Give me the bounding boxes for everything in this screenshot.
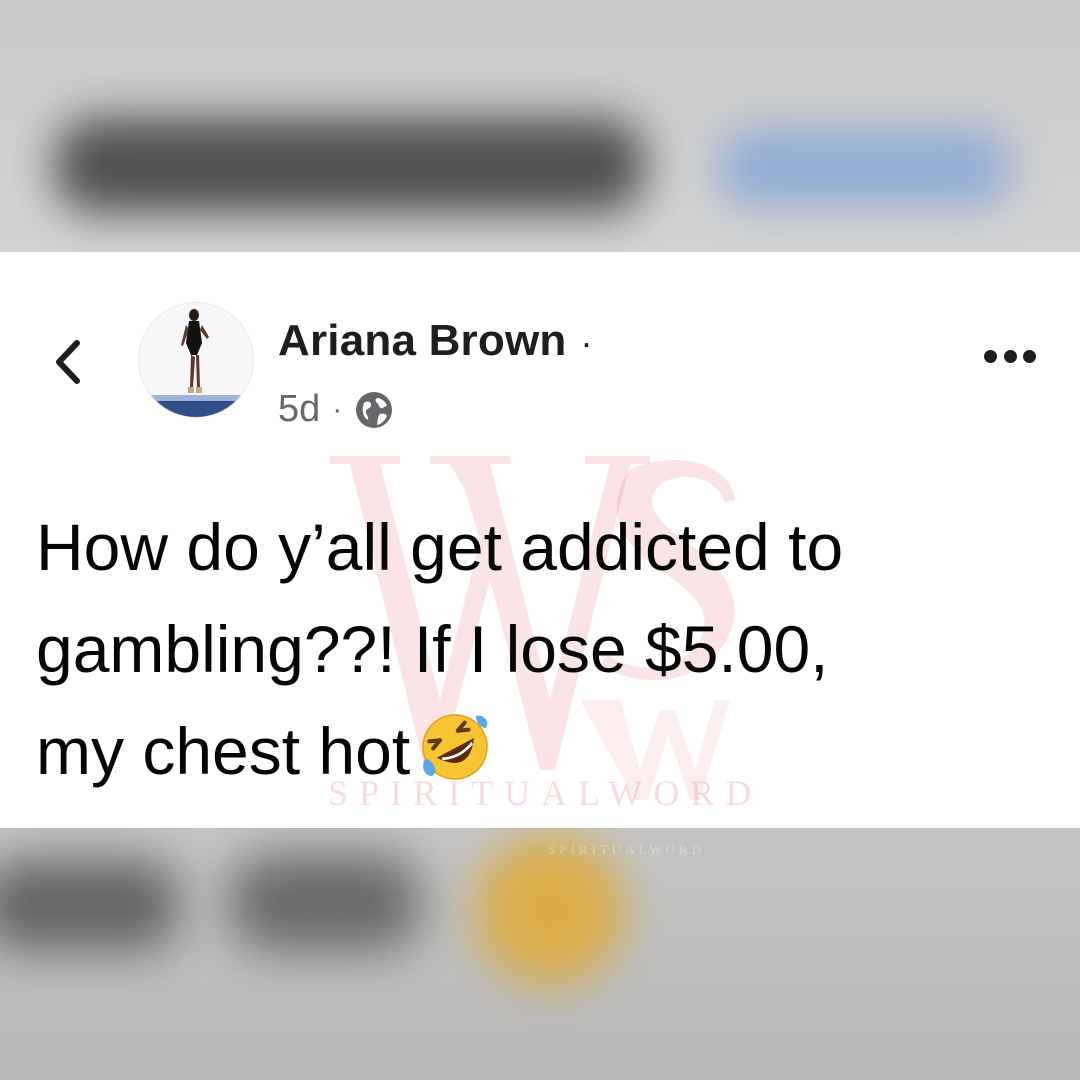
meta-separator: · xyxy=(332,392,343,426)
post-line-1: How do y’all get addicted to xyxy=(36,510,844,584)
author-avatar[interactable] xyxy=(138,302,254,418)
author-name-row: Ariana Brown · xyxy=(278,316,592,366)
more-options-icon xyxy=(984,349,997,363)
more-options-button[interactable] xyxy=(984,344,1036,368)
post-line-3: my chest hot xyxy=(36,714,411,788)
rolling-on-floor-laughing-emoji xyxy=(422,714,488,780)
avatar-photo xyxy=(139,303,253,417)
back-button[interactable] xyxy=(46,336,90,388)
post-card: Ariana Brown · 5d · SPIRITUALWORD How do… xyxy=(0,252,1080,828)
post-body: How do y’all get addicted to gambling??!… xyxy=(36,496,1046,802)
blurred-follow-button xyxy=(720,130,1010,205)
watermark-small-label: SPIRITUALWORD xyxy=(548,842,706,857)
name-separator: · xyxy=(580,322,593,363)
chevron-left-icon xyxy=(56,340,80,384)
blurred-author-name xyxy=(55,118,645,213)
blurred-footer-background xyxy=(0,828,1080,1080)
author-name[interactable]: Ariana Brown xyxy=(278,316,566,366)
post-timestamp[interactable]: 5d xyxy=(278,388,320,431)
globe-icon[interactable] xyxy=(354,390,394,430)
post-line-3-wrap: my chest hot xyxy=(36,700,1046,802)
blurred-header-background xyxy=(0,0,1080,252)
post-meta: 5d · xyxy=(278,388,394,431)
post-line-2: gambling??! If I lose $5.00, xyxy=(36,612,829,686)
